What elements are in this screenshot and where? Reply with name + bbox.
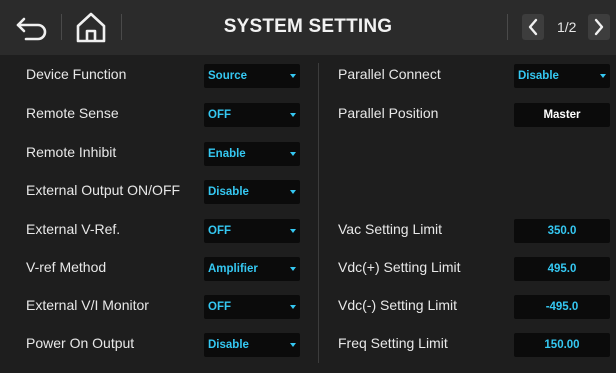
dropdown-arrow-icon (290, 113, 296, 117)
vdc-neg-limit-input[interactable]: -495.0 (514, 295, 610, 319)
parallel-connect-select[interactable]: Disable (514, 64, 610, 88)
vref-method-select[interactable]: Amplifier (204, 257, 300, 281)
dropdown-arrow-icon (290, 267, 296, 271)
chevron-right-icon (594, 18, 604, 36)
external-vref-label: External V-Ref. (26, 221, 121, 237)
external-output-value: Disable (208, 186, 249, 198)
dropdown-arrow-icon (290, 190, 296, 194)
device-function-select[interactable]: Source (204, 64, 300, 88)
header-separator (507, 14, 508, 40)
header-bar: SYSTEM SETTING 1/2 (0, 0, 616, 55)
power-on-output-select[interactable]: Disable (204, 333, 300, 357)
power-on-output-label: Power On Output (26, 335, 135, 351)
chevron-left-icon (528, 18, 538, 36)
vac-limit-input[interactable]: 350.0 (514, 219, 610, 243)
vref-method-label: V-ref Method (26, 259, 107, 275)
next-page-button[interactable] (588, 14, 610, 40)
remote-inhibit-select[interactable]: Enable (204, 142, 300, 166)
freq-limit-input[interactable]: 150.00 (514, 333, 610, 357)
parallel-position-label: Parallel Position (338, 105, 439, 121)
remote-inhibit-label: Remote Inhibit (26, 144, 117, 160)
vdc-pos-limit-input[interactable]: 495.0 (514, 257, 610, 281)
power-on-output-value: Disable (208, 339, 249, 351)
device-function-value: Source (208, 70, 247, 82)
external-output-label: External Output ON/OFF (26, 182, 181, 198)
device-function-label: Device Function (26, 66, 127, 82)
dropdown-arrow-icon (290, 343, 296, 347)
remote-sense-label: Remote Sense (26, 105, 119, 121)
dropdown-arrow-icon (290, 152, 296, 156)
vac-limit-label: Vac Setting Limit (338, 221, 443, 237)
dropdown-arrow-icon (290, 74, 296, 78)
external-vref-select[interactable]: OFF (204, 219, 300, 243)
remote-sense-select[interactable]: OFF (204, 103, 300, 127)
remote-sense-value: OFF (208, 109, 231, 121)
parallel-position-value[interactable]: Master (514, 103, 610, 127)
remote-inhibit-value: Enable (208, 148, 246, 160)
external-vi-monitor-label: External V/I Monitor (26, 297, 149, 313)
dropdown-arrow-icon (290, 305, 296, 309)
settings-panel: Device Function Source Remote Sense OFF … (0, 55, 616, 373)
column-divider (318, 63, 319, 363)
page-indicator: 1/2 (557, 19, 577, 35)
vdc-pos-limit-label: Vdc(+) Setting Limit (338, 259, 461, 275)
external-vi-monitor-select[interactable]: OFF (204, 295, 300, 319)
vref-method-value: Amplifier (208, 263, 258, 275)
external-output-select[interactable]: Disable (204, 180, 300, 204)
parallel-connect-label: Parallel Connect (338, 66, 441, 82)
external-vi-monitor-value: OFF (208, 301, 231, 313)
parallel-connect-value: Disable (518, 70, 559, 82)
external-vref-value: OFF (208, 225, 231, 237)
dropdown-arrow-icon (290, 229, 296, 233)
dropdown-arrow-icon (600, 74, 606, 78)
prev-page-button[interactable] (522, 14, 544, 40)
freq-limit-label: Freq Setting Limit (338, 335, 448, 351)
vdc-neg-limit-label: Vdc(-) Setting Limit (338, 297, 458, 313)
